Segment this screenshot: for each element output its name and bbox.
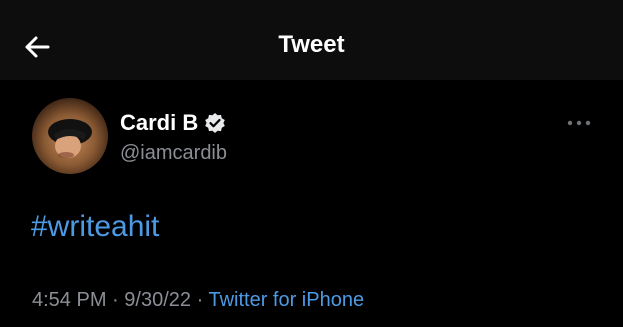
page-title: Tweet bbox=[278, 31, 345, 58]
tweet-time[interactable]: 4:54 PM bbox=[32, 289, 106, 311]
top-bar: Tweet bbox=[0, 0, 623, 80]
meta-separator: · bbox=[112, 289, 119, 311]
tweet-text: #writeahit bbox=[31, 210, 159, 244]
tweet-metadata: 4:54 PM · 9/30/22 · Twitter for iPhone bbox=[32, 289, 364, 312]
avatar[interactable] bbox=[32, 98, 108, 174]
hashtag-link[interactable]: #writeahit bbox=[31, 210, 159, 243]
tweet-source-link[interactable]: Twitter for iPhone bbox=[208, 289, 364, 311]
more-options-icon[interactable] bbox=[566, 116, 592, 130]
verified-badge-icon bbox=[204, 112, 226, 134]
author-display-name[interactable]: Cardi B bbox=[120, 110, 198, 136]
tweet-card: Cardi B @iamcardib #writeahit 4:54 PM · … bbox=[0, 80, 623, 327]
meta-separator: · bbox=[196, 289, 204, 311]
author-handle[interactable]: @iamcardib bbox=[120, 142, 227, 165]
tweet-date[interactable]: 9/30/22 bbox=[124, 289, 191, 311]
author-name-row[interactable]: Cardi B bbox=[120, 110, 226, 136]
